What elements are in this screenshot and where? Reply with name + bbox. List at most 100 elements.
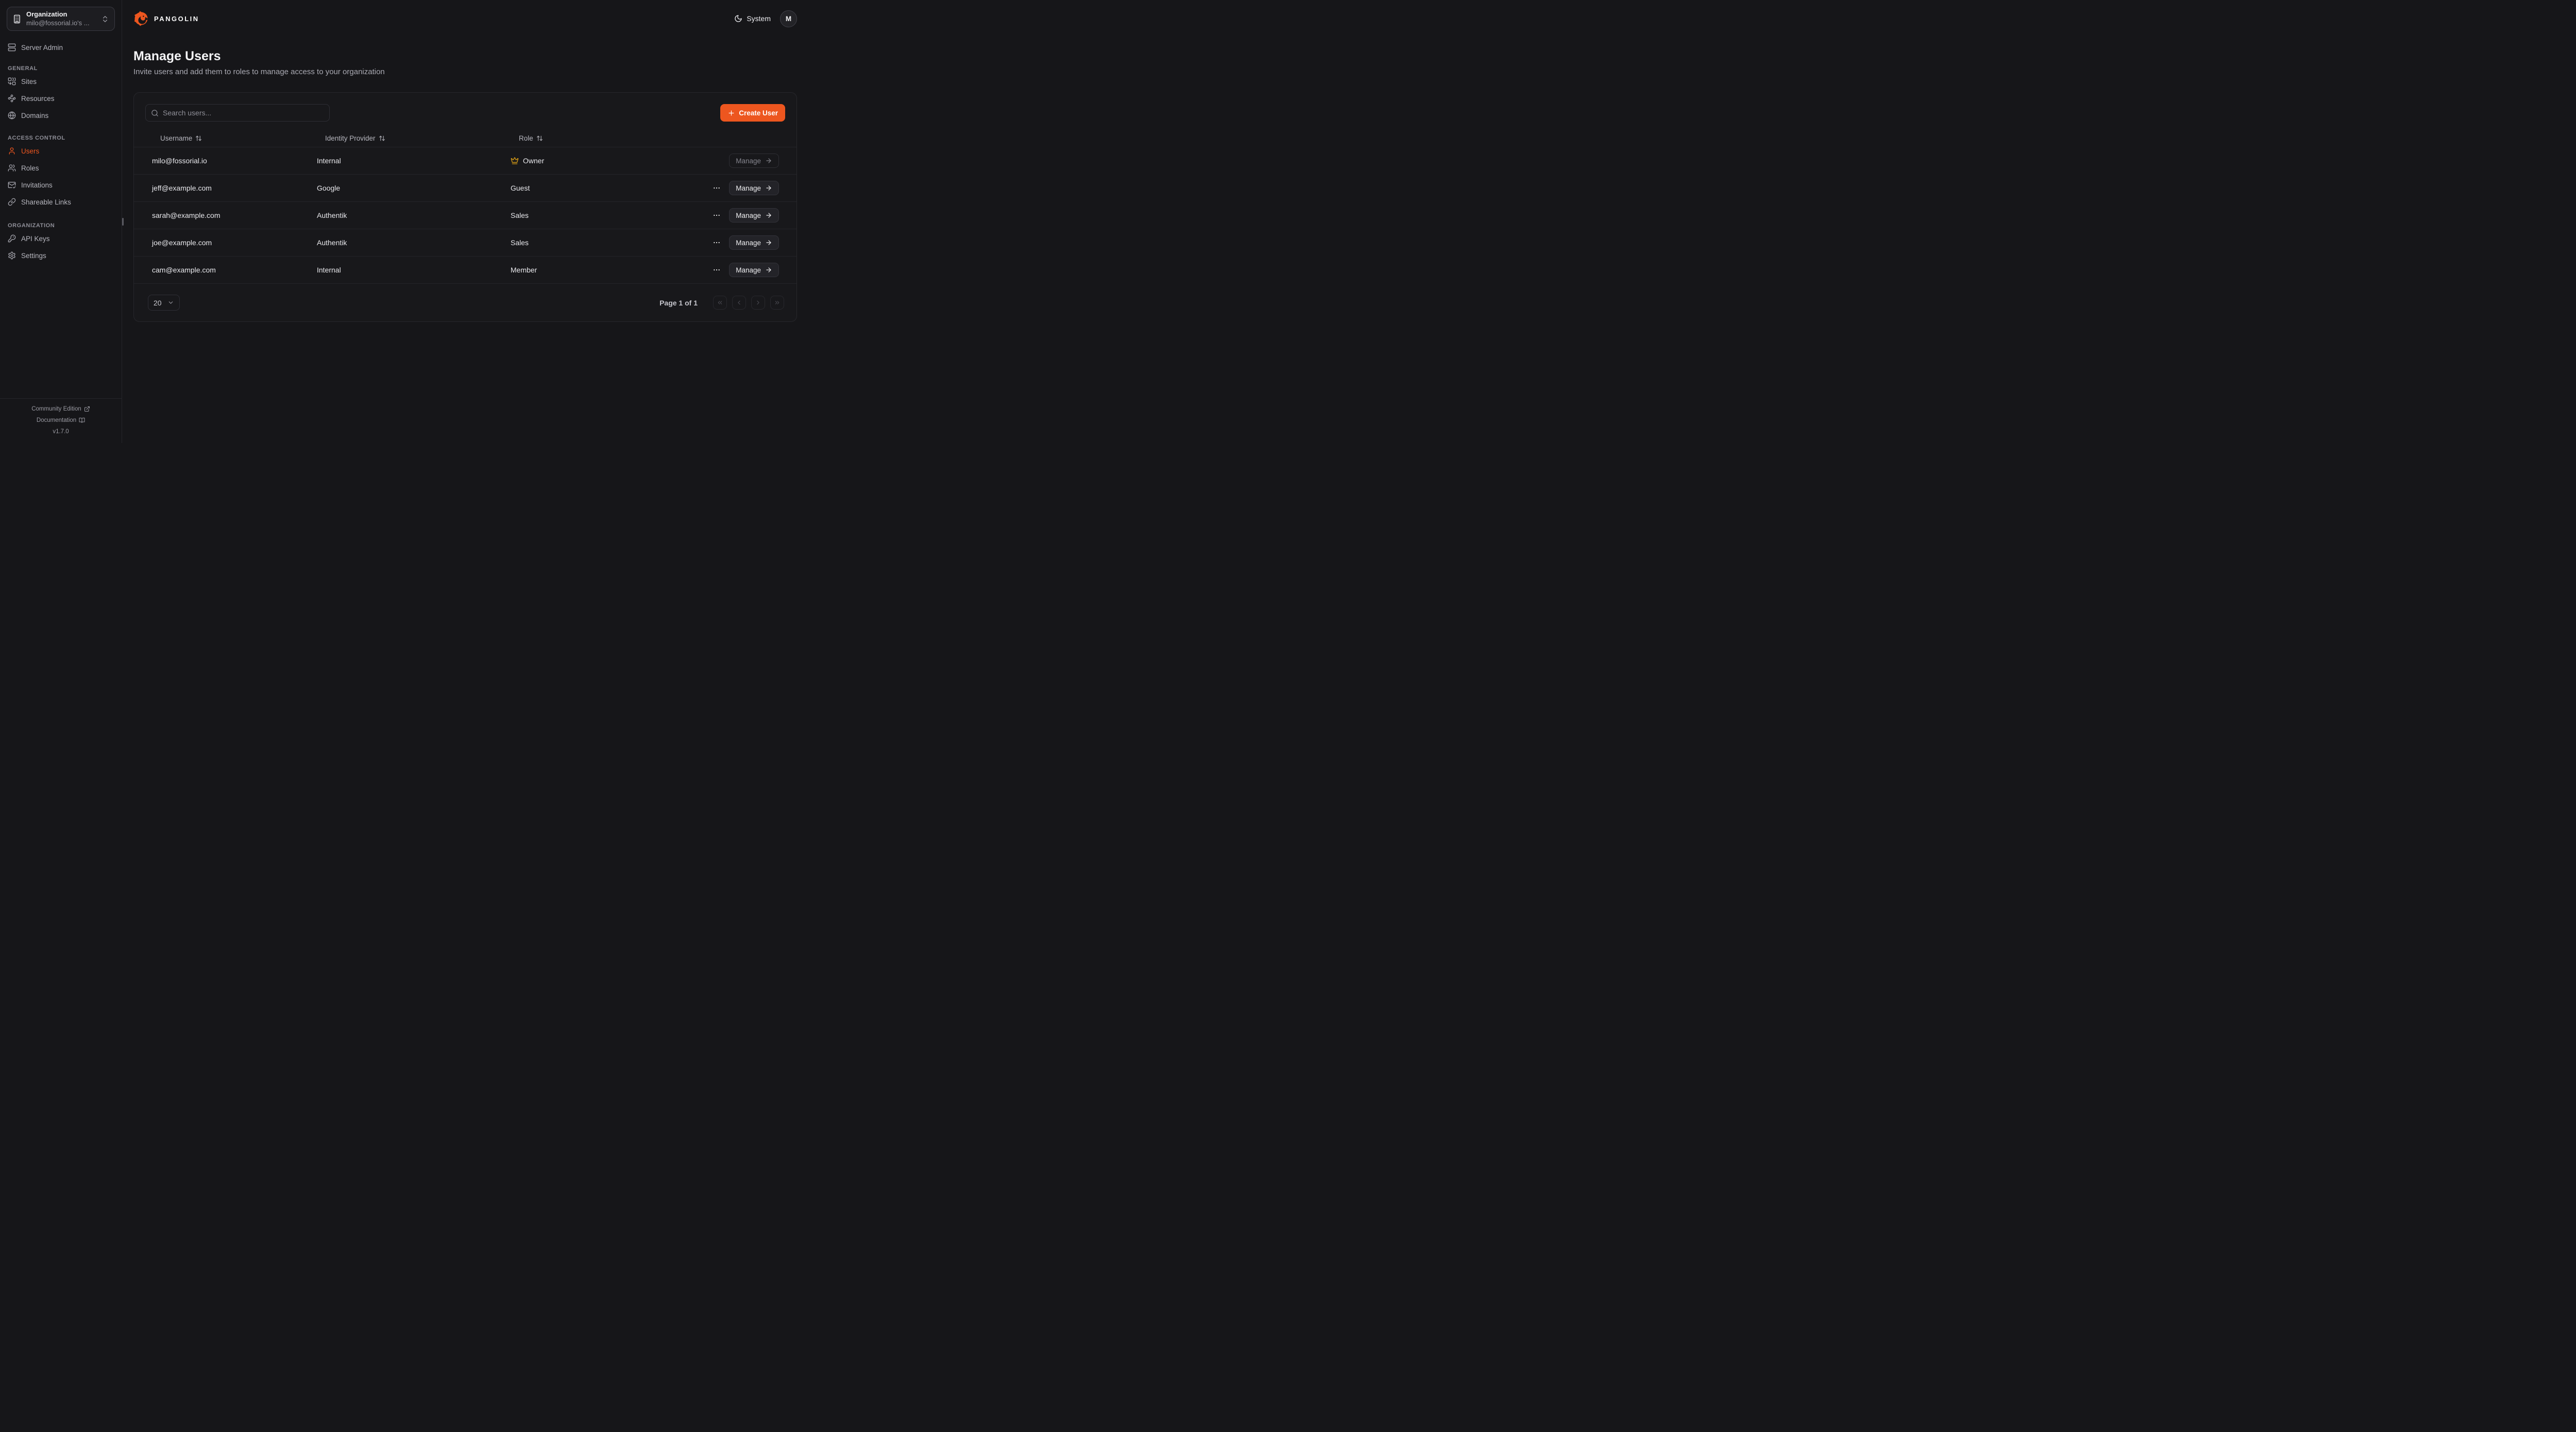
sidebar-item-shareable-links[interactable]: Shareable Links	[7, 195, 115, 209]
page-title: Manage Users	[133, 49, 797, 64]
username-cell: joe@example.com	[152, 238, 317, 247]
manage-button[interactable]: Manage	[729, 263, 779, 277]
link-icon	[8, 198, 16, 206]
card-toolbar: Create User	[134, 93, 796, 122]
sidebar-item-server-admin[interactable]: Server Admin	[7, 40, 115, 55]
row-actions: Manage	[711, 181, 779, 195]
username-cell: cam@example.com	[152, 266, 317, 274]
theme-toggle-label: System	[747, 14, 771, 23]
community-edition-label: Community Edition	[31, 403, 81, 415]
chevrons-left-icon	[717, 299, 723, 306]
org-picker[interactable]: Organization milo@fossorial.io's ...	[7, 7, 115, 31]
table-header-row: Username Identity Provider Role	[134, 130, 796, 147]
sidebar-item-label: Settings	[21, 252, 46, 260]
page-head: Manage Users Invite users and add them t…	[133, 49, 797, 76]
row-menu-button[interactable]	[711, 237, 722, 248]
column-header-identity-provider[interactable]: Identity Provider	[317, 134, 511, 142]
sidebar-item-label: Sites	[21, 78, 37, 86]
page-size-select[interactable]: 20	[148, 295, 180, 311]
column-header-username[interactable]: Username	[152, 134, 317, 142]
community-edition-link[interactable]: Community Edition	[0, 403, 122, 415]
row-actions: Manage	[711, 235, 779, 250]
documentation-link[interactable]: Documentation	[0, 415, 122, 426]
mail-check-icon	[8, 181, 16, 189]
external-link-icon	[84, 406, 90, 412]
column-header-label: Role	[519, 134, 533, 142]
sidebar-item-label: API Keys	[21, 235, 50, 243]
role-label: Sales	[511, 238, 529, 247]
page-subtitle: Invite users and add them to roles to ma…	[133, 67, 797, 76]
building-icon	[12, 14, 22, 24]
globe-icon	[8, 111, 16, 120]
row-menu-button[interactable]	[711, 210, 722, 220]
username-cell: jeff@example.com	[152, 184, 317, 192]
column-header-role[interactable]: Role	[511, 134, 779, 142]
manage-label: Manage	[736, 239, 761, 247]
sidebar-item-label: Resources	[21, 95, 55, 103]
sort-icon	[195, 135, 202, 142]
chevron-left-icon	[736, 299, 742, 306]
user-icon	[8, 147, 16, 155]
manage-button[interactable]: Manage	[729, 181, 779, 195]
ellipsis-icon	[713, 266, 721, 274]
sort-icon	[536, 135, 543, 142]
org-picker-value: milo@fossorial.io's ...	[26, 19, 90, 27]
sidebar-item-users[interactable]: Users	[7, 144, 115, 158]
sidebar-item-settings[interactable]: Settings	[7, 248, 115, 263]
arrow-right-icon	[765, 212, 772, 219]
previous-page-button[interactable]	[732, 296, 746, 310]
sidebar-item-api-keys[interactable]: API Keys	[7, 231, 115, 246]
avatar[interactable]: M	[780, 10, 797, 27]
manage-button[interactable]: Manage	[729, 235, 779, 250]
sidebar-item-domains[interactable]: Domains	[7, 108, 115, 123]
sidebar-footer: Community Edition Documentation v1.7.0	[0, 398, 122, 443]
row-menu-button[interactable]	[711, 183, 722, 193]
column-header-label: Identity Provider	[325, 134, 376, 142]
row-actions: Manage	[729, 154, 779, 168]
table-row: sarah@example.com Authentik Sales Manage	[134, 202, 796, 229]
gear-icon	[8, 251, 16, 260]
role-label: Member	[511, 266, 537, 274]
sidebar-item-invitations[interactable]: Invitations	[7, 178, 115, 192]
crown-icon	[511, 157, 519, 165]
book-open-icon	[79, 417, 85, 423]
sidebar-item-roles[interactable]: Roles	[7, 161, 115, 175]
role-cell: Guest	[511, 184, 711, 192]
ellipsis-icon	[713, 238, 721, 247]
manage-button[interactable]: Manage	[729, 208, 779, 223]
sidebar-item-sites[interactable]: Sites	[7, 74, 115, 89]
table-row: joe@example.com Authentik Sales Manage	[134, 229, 796, 257]
theme-toggle[interactable]: System	[734, 14, 771, 23]
row-menu-button[interactable]	[711, 265, 722, 275]
first-page-button[interactable]	[713, 296, 727, 310]
last-page-button[interactable]	[770, 296, 784, 310]
pangolin-logo-icon	[133, 11, 149, 26]
column-header-label: Username	[160, 134, 192, 142]
identity-provider-cell: Authentik	[317, 211, 511, 219]
manage-label: Manage	[736, 157, 761, 165]
sidebar-item-label: Roles	[21, 164, 39, 172]
row-actions: Manage	[711, 208, 779, 223]
moon-icon	[734, 14, 742, 23]
create-user-button[interactable]: Create User	[720, 104, 785, 122]
search-input[interactable]	[163, 109, 324, 117]
sidebar-item-label: Users	[21, 147, 39, 155]
sidebar: Organization milo@fossorial.io's ... Ser…	[0, 0, 122, 443]
sidebar-item-label: Server Admin	[21, 44, 63, 52]
manage-label: Manage	[736, 212, 761, 219]
main-area: PANGOLIN System M Manage Users Invite us…	[123, 0, 808, 443]
identity-provider-cell: Google	[317, 184, 511, 192]
next-page-button[interactable]	[751, 296, 765, 310]
brand: PANGOLIN	[133, 11, 199, 26]
sidebar-nav: Server Admin GENERAL Sites Resources Dom…	[7, 40, 115, 265]
row-actions: Manage	[711, 263, 779, 277]
plus-icon	[727, 109, 735, 117]
role-cell: Sales	[511, 211, 711, 219]
sidebar-item-label: Shareable Links	[21, 198, 71, 206]
manage-button: Manage	[729, 154, 779, 168]
arrow-right-icon	[765, 266, 772, 274]
search-icon	[151, 109, 159, 117]
chevrons-up-down-icon	[101, 15, 109, 23]
ellipsis-icon	[713, 211, 721, 219]
sidebar-item-resources[interactable]: Resources	[7, 91, 115, 106]
